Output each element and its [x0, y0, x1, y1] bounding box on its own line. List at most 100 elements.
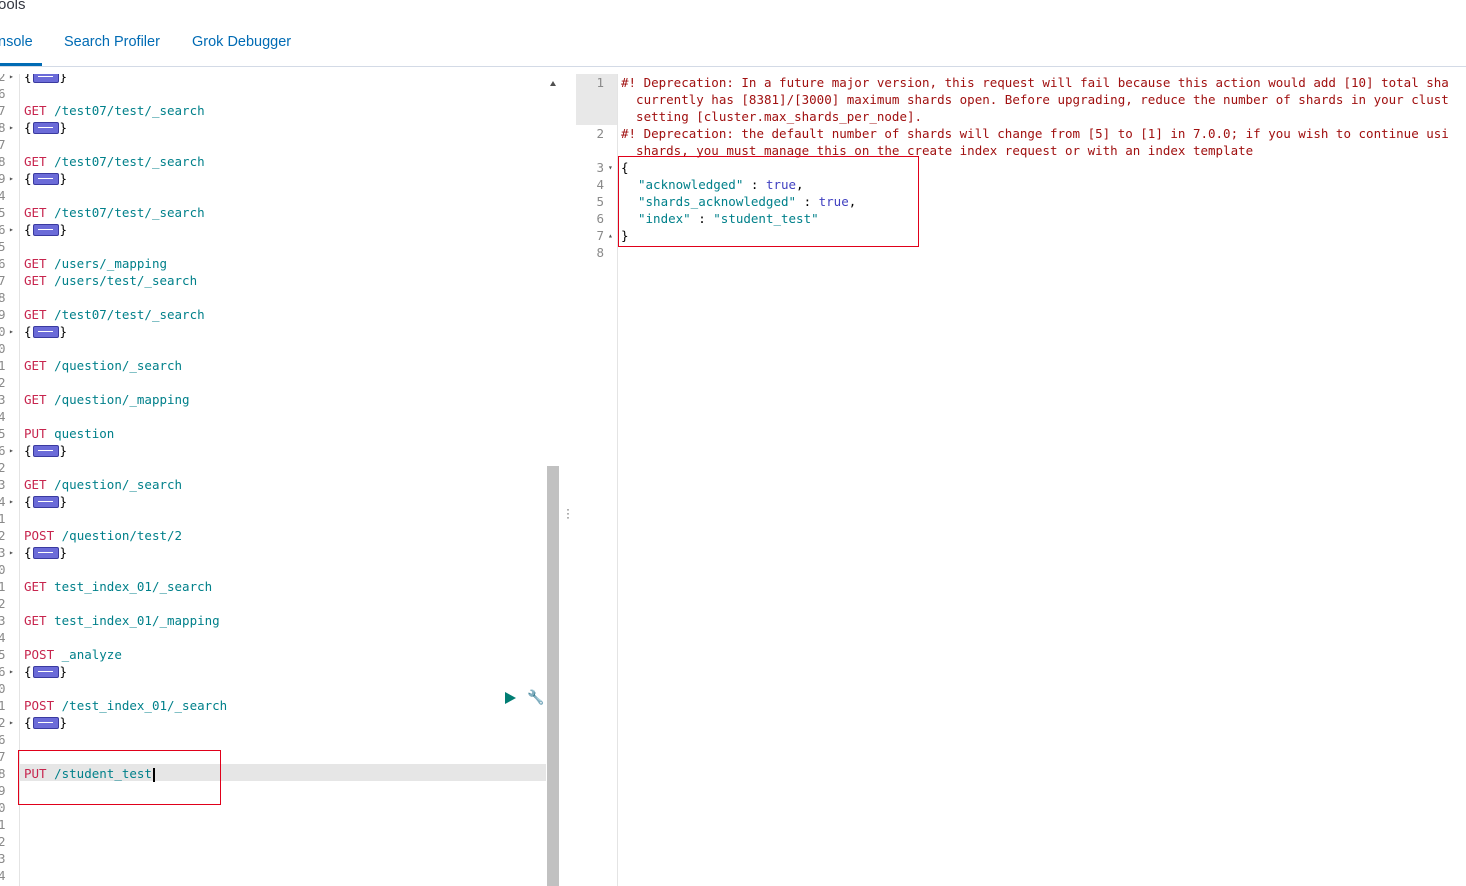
tab-grok-debugger[interactable]: Grok Debugger: [192, 34, 291, 50]
line-number-text: 0: [0, 324, 6, 339]
code-line[interactable]: {}: [24, 493, 67, 510]
collapsed-body-widget[interactable]: [32, 717, 59, 729]
brace-close: }: [59, 74, 68, 84]
collapsed-body-widget[interactable]: [32, 547, 59, 559]
deprecation-warning-line: #! Deprecation: the default number of sh…: [621, 126, 1449, 141]
fold-toggle-icon[interactable]: ▸: [9, 544, 14, 561]
code-line[interactable]: {}: [24, 442, 67, 459]
brace-close: }: [59, 664, 68, 679]
line-number-text: 9: [0, 171, 6, 186]
fold-toggle-icon[interactable]: ▸: [9, 170, 14, 187]
code-line[interactable]: PUT question: [24, 425, 114, 442]
request-path: /question/test/2: [61, 528, 183, 543]
http-method: GET: [24, 103, 47, 118]
line-number-text: 2: [0, 460, 6, 475]
code-line[interactable]: GET /users/_mapping: [24, 255, 167, 272]
code-line[interactable]: GET /test07/test/_search: [24, 204, 205, 221]
brace-open: {: [24, 664, 32, 679]
request-path: /test07/test/_search: [54, 103, 205, 118]
brace-open: {: [24, 545, 32, 560]
fold-toggle-icon[interactable]: ▸: [9, 221, 14, 238]
collapsed-body-widget[interactable]: [32, 173, 59, 185]
code-line[interactable]: GET /question/_search: [24, 357, 182, 374]
line-number-text: 8: [0, 120, 6, 135]
code-line[interactable]: {}: [24, 221, 67, 238]
http-method: GET: [24, 477, 47, 492]
fold-toggle-icon[interactable]: ▸: [9, 442, 14, 459]
code-line[interactable]: {}: [24, 663, 67, 680]
code-line[interactable]: GET /question/_search: [24, 476, 182, 493]
fold-toggle-icon[interactable]: ▸: [9, 119, 14, 136]
fold-toggle-icon[interactable]: ▸: [9, 714, 14, 731]
request-path: test_index_01/_mapping: [54, 613, 220, 628]
code-line[interactable]: GET test_index_01/_search: [24, 578, 212, 595]
brace-open: {: [24, 715, 32, 730]
line-number-text: 6: [0, 222, 6, 237]
collapsed-body-widget[interactable]: [32, 326, 59, 338]
code-line[interactable]: GET /users/test/_search: [24, 272, 197, 289]
output-line-number: 2: [596, 126, 604, 141]
line-number-text: 3: [0, 851, 6, 866]
line-number-text: 3: [0, 392, 6, 407]
request-path: /question/_search: [54, 477, 183, 492]
brace-open: {: [24, 120, 32, 135]
line-number-text: 3: [0, 477, 6, 492]
line-number-text: 1: [0, 511, 6, 526]
collapsed-body-widget[interactable]: [32, 224, 59, 236]
http-method: GET: [24, 256, 47, 271]
line-number-text: 1: [0, 358, 6, 373]
send-request-button[interactable]: [505, 692, 516, 704]
line-number-text: 1: [0, 817, 6, 832]
code-line[interactable]: {}: [24, 170, 67, 187]
line-number-text: 0: [0, 681, 6, 696]
request-path: /test07/test/_search: [54, 154, 205, 169]
line-number-text: 7: [0, 103, 6, 118]
fold-toggle-icon[interactable]: ▸: [9, 323, 14, 340]
http-method: POST: [24, 647, 55, 662]
line-number-text: 1: [0, 579, 6, 594]
fold-toggle-icon[interactable]: ▸: [9, 74, 14, 85]
code-line[interactable]: GET /question/_mapping: [24, 391, 190, 408]
request-path: /question/_search: [54, 358, 183, 373]
collapsed-body-widget[interactable]: [32, 496, 59, 508]
code-line[interactable]: GET /test07/test/_search: [24, 102, 205, 119]
drag-handle-icon: · · ·: [566, 502, 570, 524]
code-line[interactable]: {}: [24, 323, 67, 340]
code-line[interactable]: POST /test_index_01/_search: [24, 697, 227, 714]
http-method: GET: [24, 613, 47, 628]
collapsed-body-widget[interactable]: [32, 74, 59, 83]
tab-console[interactable]: nsole: [0, 34, 33, 50]
brace-close: }: [59, 324, 68, 339]
brace-close: }: [59, 494, 68, 509]
line-number-text: 5: [0, 239, 6, 254]
code-line[interactable]: {}: [24, 74, 67, 85]
code-line[interactable]: GET /test07/test/_search: [24, 153, 205, 170]
line-number-text: 2: [0, 74, 6, 84]
code-line[interactable]: {}: [24, 119, 67, 136]
http-method: GET: [24, 154, 47, 169]
line-number-text: 6: [0, 256, 6, 271]
line-number-text: 4: [0, 494, 6, 509]
fold-close-icon[interactable]: ▴: [608, 227, 613, 244]
code-line[interactable]: GET /test07/test/_search: [24, 306, 205, 323]
highlight-box-request: [18, 750, 221, 805]
fold-toggle-icon[interactable]: ▸: [9, 663, 14, 680]
line-number-text: 8: [0, 290, 6, 305]
scroll-up-arrow-icon[interactable]: [550, 81, 556, 86]
collapsed-body-widget[interactable]: [32, 445, 59, 457]
fold-open-icon[interactable]: ▾: [608, 159, 613, 176]
code-line[interactable]: GET test_index_01/_mapping: [24, 612, 220, 629]
code-line[interactable]: {}: [24, 544, 67, 561]
pane-resizer[interactable]: · · ·: [561, 74, 575, 886]
tab-search-profiler[interactable]: Search Profiler: [64, 34, 160, 50]
editor-scrollbar[interactable]: [546, 74, 560, 886]
request-path: /users/test/_search: [54, 273, 198, 288]
scrollbar-thumb[interactable]: [547, 466, 559, 886]
collapsed-body-widget[interactable]: [32, 666, 59, 678]
code-line[interactable]: POST _analyze: [24, 646, 122, 663]
code-line[interactable]: {}: [24, 714, 67, 731]
fold-toggle-icon[interactable]: ▸: [9, 493, 14, 510]
collapsed-body-widget[interactable]: [32, 122, 59, 134]
code-line[interactable]: POST /question/test/2: [24, 527, 182, 544]
wrench-icon[interactable]: 🔧: [527, 689, 544, 706]
